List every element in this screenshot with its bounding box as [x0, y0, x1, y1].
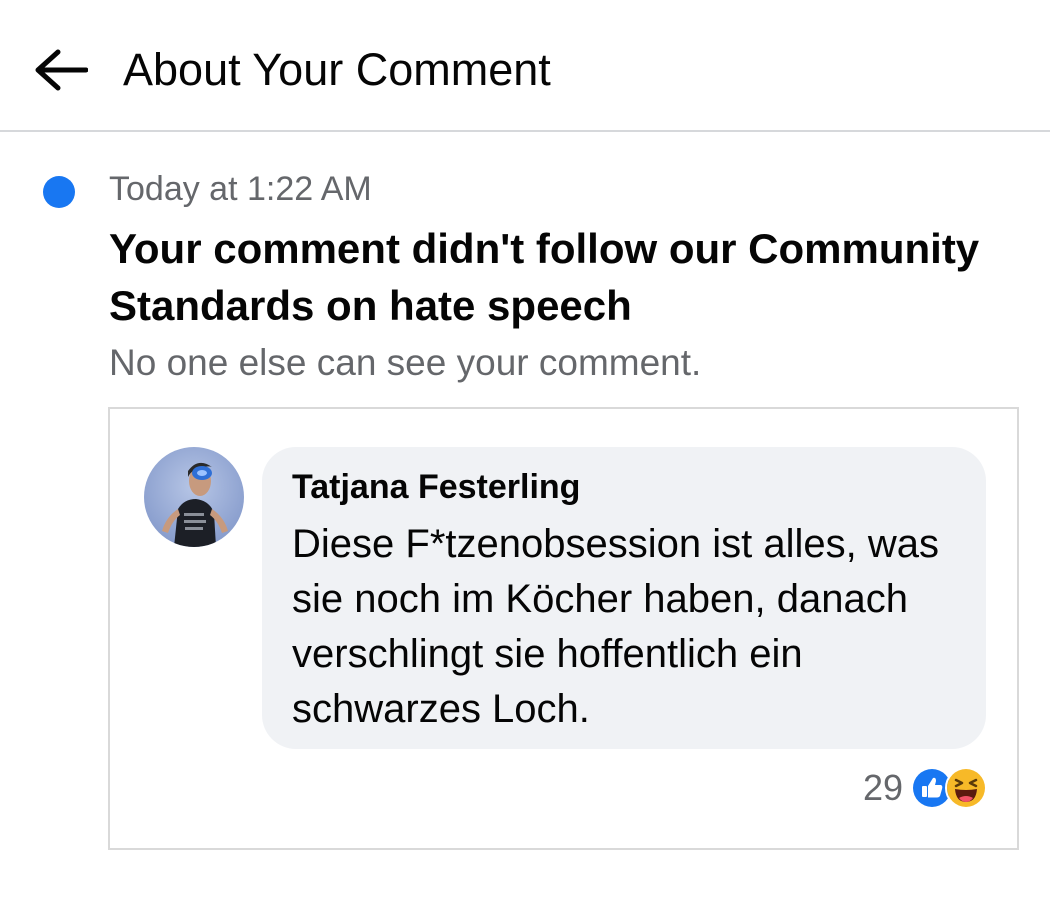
- reactions-summary[interactable]: 29: [863, 765, 987, 811]
- arrow-left-icon: [35, 49, 88, 91]
- avatar-image: [144, 447, 244, 547]
- notice-subtext: No one else can see your comment.: [109, 342, 702, 383]
- comment-preview-card: Tatjana Festerling Diese F*tzenobsession…: [108, 407, 1019, 850]
- reaction-count: 29: [862, 767, 903, 808]
- comment-text: Diese F*tzenobsession ist alles, was sie…: [292, 522, 939, 731]
- avatar[interactable]: [144, 447, 244, 547]
- unread-indicator: [43, 176, 75, 208]
- back-button[interactable]: [28, 40, 92, 100]
- comment-bubble[interactable]: Tatjana Festerling Diese F*tzenobsession…: [262, 447, 986, 749]
- comment-author[interactable]: Tatjana Festerling: [292, 465, 956, 509]
- notice-headline: Your comment didn't follow our Community…: [109, 225, 980, 329]
- header-bar: About Your Comment: [0, 0, 1050, 132]
- haha-icon: [945, 767, 987, 809]
- notice-timestamp: Today at 1:22 AM: [109, 170, 372, 208]
- page-title: About Your Comment: [123, 44, 551, 95]
